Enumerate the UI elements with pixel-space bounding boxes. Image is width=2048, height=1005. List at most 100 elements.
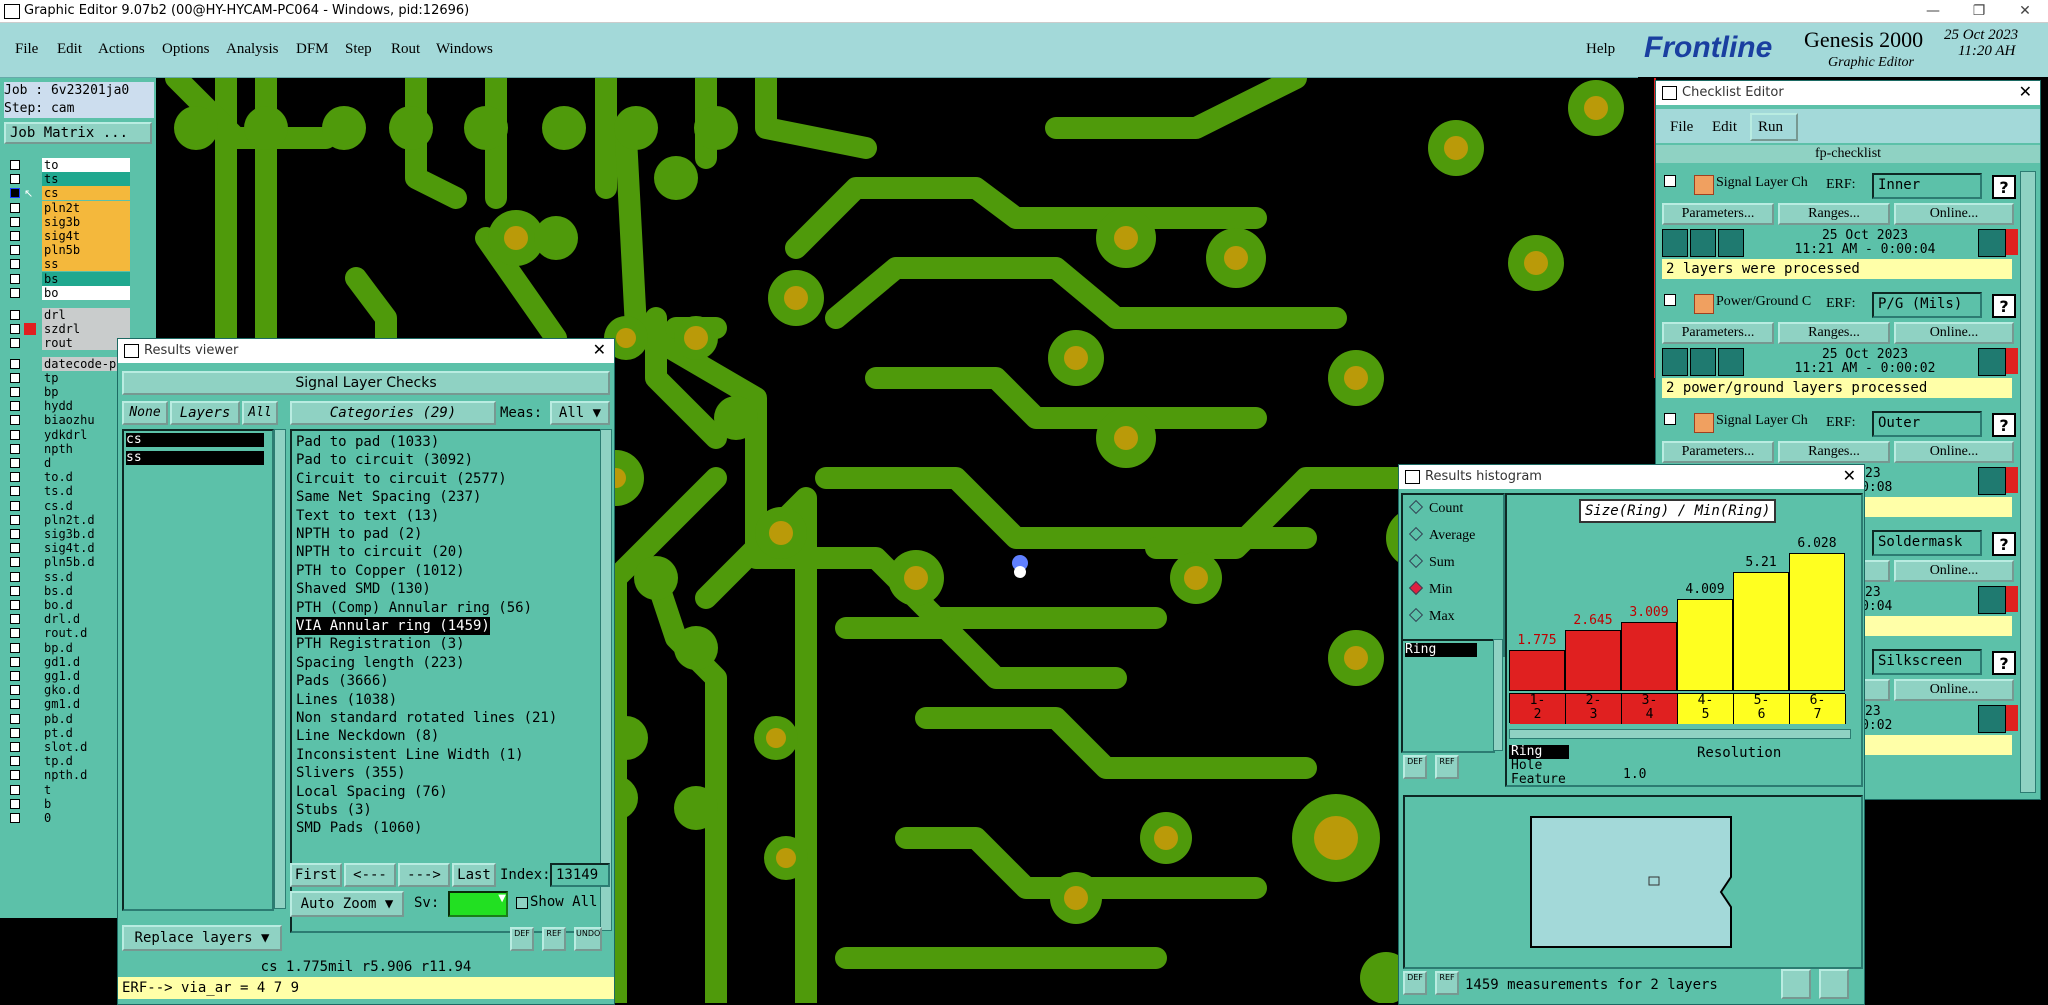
- layer-row[interactable]: cs.d: [8, 498, 130, 513]
- histogram-bar[interactable]: [1677, 599, 1733, 691]
- histogram-hscrollbar[interactable]: [1509, 729, 1851, 739]
- layer-checkbox[interactable]: [10, 614, 20, 625]
- layer-row[interactable]: pln5b.d: [8, 555, 130, 570]
- layer-checkbox[interactable]: [10, 557, 20, 568]
- layer-checkbox[interactable]: [10, 387, 20, 397]
- histogram-bar[interactable]: [1565, 630, 1621, 691]
- check-enable-checkbox[interactable]: [1664, 175, 1676, 187]
- layer-checkbox[interactable]: [10, 287, 20, 298]
- layer-row[interactable]: gg1.d: [8, 669, 130, 683]
- category-item[interactable]: SMD Pads (1060): [296, 819, 422, 837]
- sv-color-dropdown[interactable]: ▼: [448, 891, 508, 917]
- layer-checkbox[interactable]: [10, 770, 20, 781]
- def-icon[interactable]: DEF: [510, 927, 534, 951]
- category-item[interactable]: Line Neckdown (8): [296, 727, 439, 745]
- category-item[interactable]: PTH Registration (3): [296, 635, 465, 653]
- prev-button[interactable]: <---: [344, 863, 396, 887]
- zoom-icon[interactable]: [1978, 229, 2006, 257]
- layer-row[interactable]: rout.d: [8, 626, 130, 641]
- layer-row[interactable]: tp.d: [8, 754, 130, 769]
- layer-row[interactable]: pln5b: [8, 243, 130, 258]
- histogram-list-scrollbar[interactable]: [1493, 639, 1503, 751]
- layers-button[interactable]: Layers: [170, 401, 240, 425]
- layer-checkbox[interactable]: [10, 685, 20, 696]
- online-button[interactable]: Online...: [1894, 560, 2014, 582]
- histogram-list-item[interactable]: Ring: [1405, 643, 1477, 657]
- thumbnail-view[interactable]: [1403, 795, 1863, 969]
- show-all-checkbox[interactable]: [516, 897, 528, 909]
- layer-checkbox[interactable]: [10, 699, 20, 710]
- layer-row[interactable]: bp: [8, 385, 130, 399]
- option-radio-sum[interactable]: Sum: [1408, 553, 1455, 571]
- histogram-bar[interactable]: [1789, 553, 1845, 691]
- help-icon[interactable]: ?: [1992, 294, 2016, 318]
- zoom-icon[interactable]: [1978, 467, 2006, 495]
- layer-row[interactable]: sig3b: [8, 214, 130, 229]
- none-button[interactable]: None: [122, 401, 168, 425]
- auto-zoom-dropdown[interactable]: Auto Zoom ▼: [290, 891, 404, 917]
- category-item[interactable]: Pad to circuit (3092): [296, 451, 473, 469]
- layer-row[interactable]: ts: [8, 172, 130, 187]
- category-item[interactable]: Pads (3666): [296, 672, 389, 690]
- close-icon[interactable]: ✕: [2019, 82, 2032, 101]
- help-icon[interactable]: ?: [1992, 413, 2016, 437]
- layer-checkbox[interactable]: [10, 324, 20, 335]
- layer-row[interactable]: gd1.d: [8, 654, 130, 669]
- menu-rout[interactable]: Rout: [391, 41, 420, 58]
- checklist-menu-run-frame[interactable]: Run: [1750, 113, 1798, 141]
- layer-row[interactable]: gko.d: [8, 683, 130, 698]
- layer-checkbox[interactable]: [10, 642, 20, 653]
- result-layer-item[interactable]: cs: [126, 433, 264, 447]
- category-item[interactable]: NPTH to circuit (20): [296, 543, 465, 561]
- layer-row[interactable]: bo: [8, 285, 130, 300]
- layer-row[interactable]: pt.d: [8, 725, 130, 740]
- checklist-menu-file[interactable]: File: [1670, 119, 1693, 136]
- last-button[interactable]: Last: [452, 863, 496, 887]
- alert-icon[interactable]: [2006, 705, 2018, 731]
- ref-icon[interactable]: REF: [1435, 971, 1459, 995]
- histogram-bar[interactable]: [1733, 571, 1789, 691]
- zoom-icon[interactable]: [1978, 705, 2006, 733]
- bottom-list-item[interactable]: Ring: [1509, 745, 1569, 759]
- category-item[interactable]: Lines (1038): [296, 691, 397, 709]
- option-radio-count[interactable]: Count: [1408, 499, 1463, 517]
- category-item[interactable]: PTH (Comp) Annular ring (56): [296, 599, 532, 617]
- layer-checkbox[interactable]: [10, 259, 20, 270]
- layer-row[interactable]: hydd: [8, 399, 130, 414]
- run-step-icon[interactable]: [1690, 229, 1716, 257]
- alert-icon[interactable]: [2006, 586, 2018, 612]
- layer-row[interactable]: bp.d: [8, 640, 130, 655]
- next-button[interactable]: --->: [398, 863, 450, 887]
- category-item[interactable]: Text to text (13): [296, 507, 439, 525]
- minimize-button[interactable]: —: [1910, 0, 1956, 22]
- zoom-icon[interactable]: [1978, 586, 2006, 614]
- option-radio-min[interactable]: Min: [1408, 580, 1452, 598]
- online-button[interactable]: Online...: [1894, 441, 2014, 463]
- layer-row[interactable]: tp: [8, 370, 130, 385]
- alert-icon[interactable]: [2006, 467, 2018, 493]
- ranges-button[interactable]: Ranges...: [1778, 441, 1890, 463]
- layer-checkbox[interactable]: [10, 813, 20, 823]
- def-icon[interactable]: DEF: [1403, 755, 1427, 779]
- layer-row[interactable]: rout: [8, 336, 130, 351]
- ranges-button[interactable]: Ranges...: [1778, 203, 1890, 225]
- layer-checkbox[interactable]: [10, 600, 20, 610]
- layer-checkbox[interactable]: [10, 160, 20, 170]
- layer-checkbox[interactable]: [10, 671, 20, 681]
- alert-icon[interactable]: [2006, 348, 2018, 374]
- layer-row[interactable]: pln2t: [8, 200, 130, 215]
- layer-row[interactable]: slot.d: [8, 740, 130, 754]
- option-radio-average[interactable]: Average: [1408, 526, 1475, 544]
- erf-value[interactable]: Inner: [1872, 173, 1982, 199]
- layer-checkbox[interactable]: [10, 798, 20, 809]
- menu-help[interactable]: Help: [1586, 41, 1615, 58]
- category-item[interactable]: Non standard rotated lines (21): [296, 709, 557, 727]
- parameters-button[interactable]: Parameters...: [1662, 203, 1774, 225]
- layer-checkbox[interactable]: [10, 500, 20, 511]
- layer-checkbox[interactable]: [10, 585, 20, 596]
- layer-row[interactable]: pb.d: [8, 711, 130, 726]
- layer-row[interactable]: ts.d: [8, 484, 130, 499]
- layer-row[interactable]: bs.d: [8, 583, 130, 598]
- layer-checkbox[interactable]: [10, 338, 20, 349]
- layer-row[interactable]: gm1.d: [8, 697, 130, 712]
